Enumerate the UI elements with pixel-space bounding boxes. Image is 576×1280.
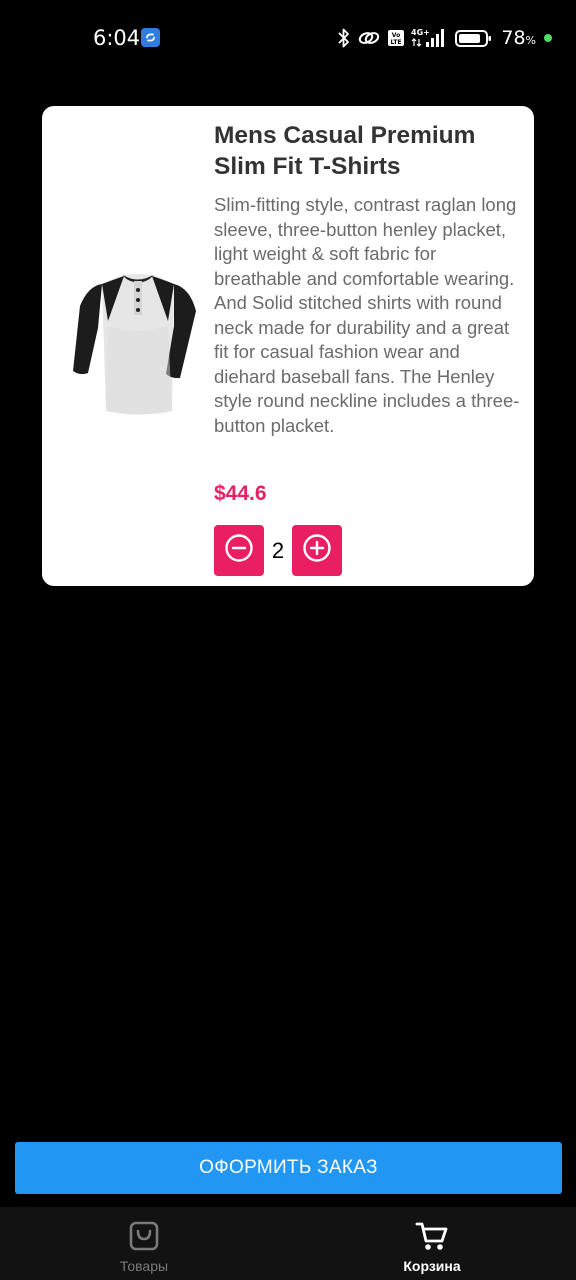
quantity-value: 2 xyxy=(271,537,285,563)
svg-text:4G+: 4G+ xyxy=(411,28,430,37)
cart-icon xyxy=(415,1219,449,1253)
privacy-indicator-dot xyxy=(544,34,552,42)
plus-circle-icon xyxy=(302,533,332,568)
product-image[interactable] xyxy=(68,266,208,426)
cart-item-card: Mens Casual Premium Slim Fit T-Shirts Sl… xyxy=(42,106,534,586)
battery-level: 78% xyxy=(501,27,536,49)
svg-text:LTE: LTE xyxy=(391,39,402,46)
nav-label-products: Товары xyxy=(119,1258,169,1274)
status-icons: Vo LTE 4G+ 78% xyxy=(337,26,552,50)
quantity-stepper: 2 xyxy=(214,525,342,576)
checkout-button[interactable]: ОФОРМИТЬ ЗАКАЗ xyxy=(15,1142,562,1194)
increase-quantity-button[interactable] xyxy=(292,525,342,576)
battery-icon xyxy=(455,27,493,49)
bottom-navigation: Товары Корзина xyxy=(0,1207,576,1280)
shopping-bag-icon xyxy=(127,1219,161,1253)
nav-item-cart[interactable]: Корзина xyxy=(288,1207,576,1280)
product-description: Slim-fitting style, contrast raglan long… xyxy=(214,194,520,436)
bluetooth-icon xyxy=(337,27,351,49)
product-title: Mens Casual Premium Slim Fit T-Shirts xyxy=(214,122,476,180)
svg-text:Vo: Vo xyxy=(392,32,400,39)
signal-icon: 4G+ xyxy=(411,27,449,49)
status-time: 6:04 xyxy=(93,26,141,50)
decrease-quantity-button[interactable] xyxy=(214,525,264,576)
link-icon xyxy=(357,27,381,49)
volte-icon: Vo LTE xyxy=(387,27,405,49)
screen: 6:04 Vo LTE 4G+ 78% Mens Casual Premium … xyxy=(0,0,576,1280)
minus-circle-icon xyxy=(224,533,254,568)
product-price: $44.6 xyxy=(214,482,267,505)
status-bar: 6:04 Vo LTE 4G+ 78% xyxy=(0,0,576,76)
app-notification-icon xyxy=(141,28,160,47)
nav-item-products[interactable]: Товары xyxy=(0,1207,288,1280)
nav-label-cart: Корзина xyxy=(403,1258,461,1274)
